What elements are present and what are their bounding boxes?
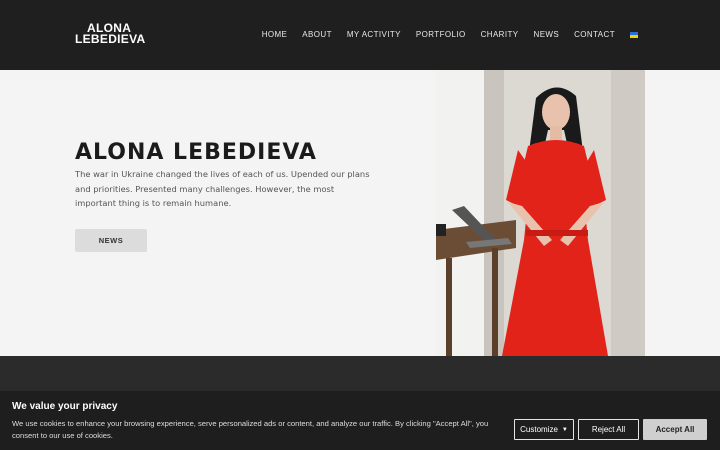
cookie-title: We value your privacy (12, 401, 118, 412)
nav-news[interactable]: NEWS (534, 30, 560, 39)
ukraine-flag-icon[interactable] (630, 31, 638, 38)
cookie-text: We use cookies to enhance your browsing … (12, 419, 489, 440)
accept-all-button[interactable]: Accept All (643, 419, 707, 440)
logo-line-2: LEBEDIEVA (75, 32, 146, 46)
caret-down-icon: ▼ (561, 426, 568, 433)
site-logo[interactable]: ALONA LEBEDIEVA (75, 22, 146, 46)
customize-label: Customize (520, 425, 558, 434)
nav-my-activity[interactable]: MY ACTIVITY (347, 30, 401, 39)
site-header: ALONA LEBEDIEVA HOME ABOUT MY ACTIVITY P… (0, 0, 720, 70)
portrait-illustration (436, 70, 645, 356)
news-button[interactable]: NEWS (75, 229, 147, 252)
nav-home[interactable]: HOME (262, 30, 288, 39)
customize-button[interactable]: Customize ▼ (514, 419, 574, 440)
reject-all-button[interactable]: Reject All (578, 419, 639, 440)
nav-about[interactable]: ABOUT (302, 30, 332, 39)
nav-contact[interactable]: CONTACT (574, 30, 615, 39)
nav-portfolio[interactable]: PORTFOLIO (416, 30, 466, 39)
main-nav: HOME ABOUT MY ACTIVITY PORTFOLIO CHARITY… (247, 30, 638, 39)
hero-title: ALONA LEBEDIEVA (75, 140, 317, 165)
portrait-photo (436, 70, 645, 356)
hero-description: The war in Ukraine changed the lives of … (75, 169, 370, 208)
nav-charity[interactable]: CHARITY (481, 30, 519, 39)
